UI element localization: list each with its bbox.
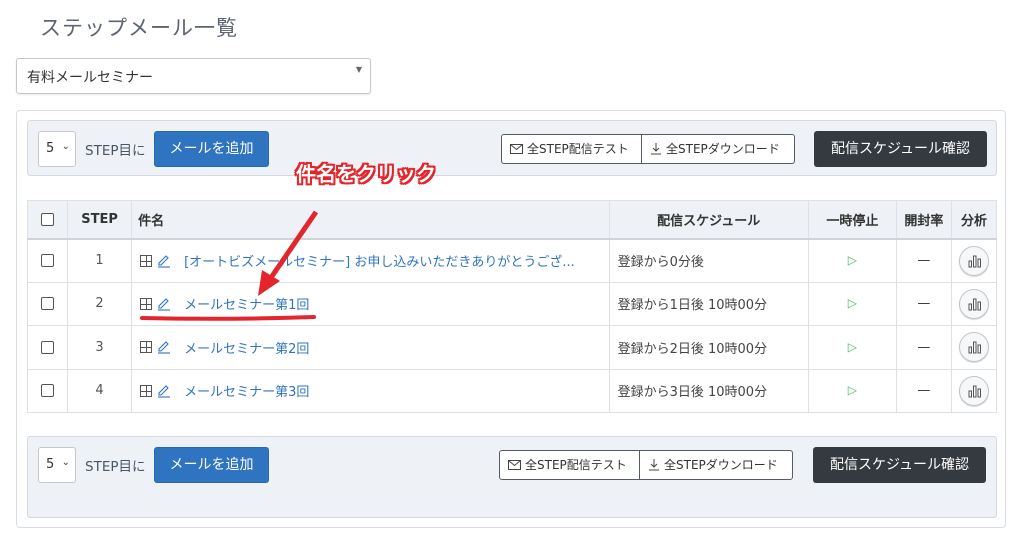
table-header-row: STEP 件名 配信スケジュール 一時停止 開封率 分析: [26, 200, 998, 240]
annotation-label: 件名をクリック: [296, 162, 436, 186]
course-select-value: 有料メールセミナー: [27, 70, 153, 86]
step-mail-panel: 5 ⌄ STEP目に メールを追加 全STEP配信テスト 全STEPダウンロード…: [16, 110, 1006, 528]
step-number-value: 5: [46, 457, 55, 472]
row-schedule: 登録から2日後 10時00分: [608, 325, 809, 370]
add-mail-button[interactable]: メールを追加: [154, 447, 269, 483]
all-step-download-button[interactable]: 全STEPダウンロード: [641, 135, 794, 163]
all-step-test-button[interactable]: 全STEP配信テスト: [502, 135, 641, 163]
all-step-test-button[interactable]: 全STEP配信テスト: [500, 451, 639, 479]
expand-icon[interactable]: [140, 297, 153, 310]
header-subject: 件名: [131, 200, 610, 240]
play-icon[interactable]: ▷: [848, 340, 857, 354]
bar-chart-icon: [968, 255, 981, 267]
header-step: STEP: [67, 200, 133, 240]
download-icon: [651, 143, 661, 155]
table-row: 3 メールセミナー第2回 登録から2日後 10時00分 ▷ —: [26, 325, 998, 370]
page-title: ステップメール一覧: [40, 16, 238, 40]
pencil-icon[interactable]: [157, 340, 171, 354]
step-suffix-label: STEP目に: [85, 143, 146, 159]
row-schedule: 登録から3日後 10時00分: [608, 368, 809, 413]
row-step: 3: [67, 325, 133, 370]
bottom-toolbar: 5 ⌄ STEP目に メールを追加 全STEP配信テスト 全STEPダウンロード…: [27, 436, 997, 518]
chevron-down-icon: ⌄: [61, 457, 70, 468]
analysis-button[interactable]: [958, 332, 989, 363]
subject-link[interactable]: メールセミナー第1回: [184, 294, 309, 313]
row-step: 4: [67, 368, 133, 413]
row-schedule: 登録から0分後: [608, 238, 809, 283]
row-checkbox[interactable]: [41, 254, 55, 267]
add-mail-button[interactable]: メールを追加: [154, 131, 269, 167]
bar-chart-icon: [968, 298, 981, 311]
step-number-value: 5: [46, 141, 55, 156]
step-suffix-label: STEP目に: [85, 459, 146, 475]
schedule-check-button[interactable]: 配信スケジュール確認: [814, 131, 987, 167]
analysis-button[interactable]: [958, 245, 989, 276]
chevron-down-icon: ⌄: [61, 141, 70, 152]
row-checkbox[interactable]: [41, 384, 55, 398]
all-step-test-label: 全STEP配信テスト: [525, 458, 627, 472]
header-analysis: 分析: [950, 200, 998, 240]
all-step-download-button[interactable]: 全STEPダウンロード: [639, 451, 792, 479]
all-step-test-label: 全STEP配信テスト: [527, 142, 629, 156]
table-row: 4 メールセミナー第3回 登録から3日後 10時00分 ▷ —: [26, 368, 998, 413]
row-open-rate: —: [895, 325, 952, 370]
row-checkbox[interactable]: [41, 297, 55, 311]
course-select[interactable]: 有料メールセミナー ▼: [16, 58, 371, 94]
select-all-checkbox[interactable]: [41, 212, 55, 226]
step-mail-table: STEP 件名 配信スケジュール 一時停止 開封率 分析 1 [オートビズメール…: [26, 200, 998, 413]
expand-icon[interactable]: [140, 254, 153, 267]
subject-link[interactable]: メールセミナー第2回: [184, 338, 309, 357]
row-open-rate: —: [895, 281, 952, 326]
analysis-button[interactable]: [958, 375, 989, 406]
schedule-check-button[interactable]: 配信スケジュール確認: [813, 447, 986, 483]
subject-link[interactable]: [オートビズメールセミナー] お申し込みいただきありがとうござ...: [184, 251, 575, 270]
step-action-group: 全STEP配信テスト 全STEPダウンロード: [499, 450, 793, 480]
caret-down-icon: ▼: [355, 65, 362, 74]
play-icon[interactable]: ▷: [848, 383, 857, 397]
analysis-button[interactable]: [958, 288, 989, 319]
envelope-icon: [510, 144, 523, 154]
envelope-icon: [508, 460, 521, 470]
row-step: 2: [67, 281, 133, 326]
row-checkbox[interactable]: [41, 340, 55, 354]
pencil-icon[interactable]: [157, 254, 171, 268]
expand-icon[interactable]: [140, 341, 153, 354]
play-icon[interactable]: ▷: [848, 296, 857, 310]
row-open-rate: —: [895, 368, 952, 413]
pencil-icon[interactable]: [157, 297, 171, 311]
expand-icon[interactable]: [140, 384, 153, 397]
header-open-rate: 開封率: [895, 200, 952, 240]
table-row: 2 メールセミナー第1回 登録から1日後 10時00分 ▷ —: [26, 281, 998, 326]
all-step-download-label: 全STEPダウンロード: [664, 458, 778, 472]
table-row: 1 [オートビズメールセミナー] お申し込みいただきありがとうござ... 登録か…: [26, 238, 998, 283]
bar-chart-icon: [968, 385, 981, 398]
play-icon[interactable]: ▷: [848, 253, 857, 267]
subject-link[interactable]: メールセミナー第3回: [184, 381, 309, 400]
header-pause: 一時停止: [807, 200, 897, 240]
all-step-download-label: 全STEPダウンロード: [666, 142, 780, 156]
step-number-select[interactable]: 5 ⌄: [38, 131, 76, 167]
row-step: 1: [67, 238, 133, 283]
download-icon: [649, 459, 659, 471]
header-schedule: 配信スケジュール: [608, 200, 809, 240]
step-action-group: 全STEP配信テスト 全STEPダウンロード: [501, 134, 795, 164]
pencil-icon[interactable]: [157, 384, 171, 398]
top-toolbar: 5 ⌄ STEP目に メールを追加 全STEP配信テスト 全STEPダウンロード…: [27, 120, 997, 176]
bar-chart-icon: [968, 341, 981, 354]
step-number-select[interactable]: 5 ⌄: [38, 447, 76, 483]
row-open-rate: —: [895, 238, 952, 283]
row-schedule: 登録から1日後 10時00分: [608, 281, 809, 326]
select-all-cell: [26, 200, 69, 240]
